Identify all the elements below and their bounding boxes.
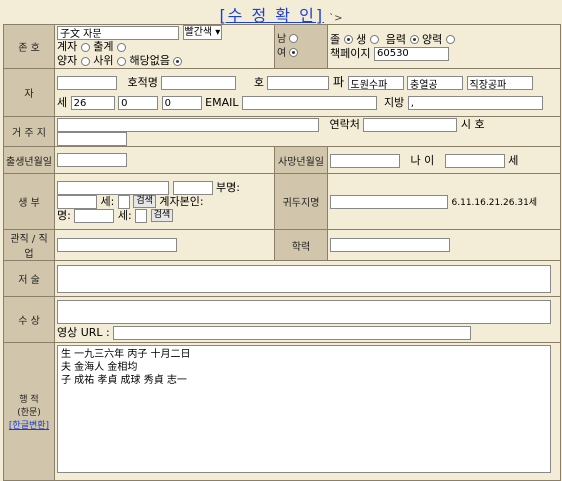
title-suffix: `> (329, 13, 343, 24)
father-name-input[interactable] (57, 180, 169, 195)
label-jibang: 지방 (383, 96, 405, 109)
chonho-label: 존 호 (3, 24, 55, 69)
pa-input-3[interactable] (466, 76, 533, 90)
sigho-input[interactable] (57, 131, 127, 146)
label-gyeja: 계자 (57, 40, 78, 53)
chulgye-radio[interactable] (117, 42, 126, 52)
ja-label: 자 (3, 68, 55, 117)
video-url-input[interactable] (113, 325, 472, 340)
father-bumyeong-input[interactable] (172, 180, 213, 195)
susang-label: 수 상 (3, 296, 55, 343)
haengjeok-sub: (한문) (17, 408, 41, 418)
label-pa: 파 (332, 75, 345, 89)
label-chulgye: 출계 (93, 40, 114, 53)
label-sawi: 사위 (93, 54, 114, 67)
father-myeong-input[interactable] (74, 208, 115, 223)
label-gyeja-bonin: 계자본인: (159, 194, 204, 208)
hangul-convert-link[interactable]: [한글변환] (9, 421, 49, 431)
yangja-radio[interactable] (80, 56, 90, 66)
label-none: 해당없음 (129, 54, 170, 67)
gyeja-radio[interactable] (80, 42, 90, 52)
label-book-page: 책페이지 (330, 46, 371, 60)
label-age-unit: 세 (508, 154, 519, 167)
label-jol: 졸 (330, 32, 341, 46)
haengjeok-label: 행 적 (19, 395, 39, 405)
label-male: 남 (277, 33, 287, 45)
lunar-radio[interactable] (409, 35, 419, 44)
pa-input-2[interactable] (407, 76, 464, 90)
father-se-input-b[interactable] (117, 194, 130, 209)
page-title: [수 정 확 인] `> (0, 2, 562, 26)
jeosul-label: 저 술 (3, 260, 55, 297)
label-age: 나 이 (410, 154, 435, 167)
label-bonjeok: 호적명 (127, 76, 158, 89)
solar-radio[interactable] (445, 35, 455, 44)
se-input-2[interactable] (118, 96, 159, 110)
label-father-se: 세: (100, 194, 115, 208)
father-se-input-a[interactable] (57, 194, 97, 209)
sawi-radio[interactable] (117, 56, 126, 66)
education-input[interactable] (330, 238, 450, 252)
label-father-se-2: 세: (117, 208, 132, 222)
haengjeok-textarea[interactable]: 生 一九三六年 丙子 十月二日 夫 金海人 金相均 子 成祐 孝貞 成球 秀貞 … (57, 345, 551, 473)
label-contact: 연락처 (329, 117, 360, 131)
label-ho: 호 (253, 76, 264, 89)
ja-input[interactable] (57, 76, 117, 90)
education-label: 학력 (274, 229, 328, 261)
father-label: 생 부 (3, 173, 55, 230)
label-solar: 양력 (422, 32, 443, 46)
death-input[interactable] (330, 154, 400, 168)
bonjeok-input[interactable] (161, 76, 237, 90)
father-search-button-2[interactable]: 검색 (150, 209, 174, 222)
gwidu-value: 6.11.16.21.26.31세 (451, 197, 538, 208)
saeng-radio[interactable] (369, 35, 379, 44)
job-input[interactable] (57, 238, 177, 252)
color-select[interactable]: 빨간색 ▾ (182, 25, 223, 40)
gwidu-label: 귀두지명 (274, 173, 328, 230)
jol-radio[interactable] (343, 35, 353, 44)
label-se: 세 (57, 96, 68, 109)
haengjeok-line-3: 子 成祐 孝貞 成球 秀貞 志一 (61, 375, 187, 386)
birth-input[interactable] (57, 153, 127, 167)
label-lunar: 음력 (385, 32, 406, 46)
se-input-3[interactable] (161, 96, 202, 110)
address-label: 거 주 지 (3, 116, 55, 147)
death-label: 사망년월일 (274, 146, 328, 174)
label-female: 여 (277, 47, 287, 59)
jibang-input[interactable] (407, 96, 543, 110)
name-input[interactable] (57, 25, 179, 40)
label-myeong: 명: (57, 208, 71, 222)
gwidu-input[interactable] (330, 194, 448, 209)
email-input[interactable] (241, 96, 377, 110)
male-radio[interactable] (289, 34, 299, 43)
birth-label: 출생년월일 (3, 146, 55, 174)
label-video-url: 영상 URL : (57, 325, 110, 339)
haengjeok-line-1: 生 一九三六年 丙子 十月二日 (61, 349, 191, 360)
none-radio[interactable] (173, 56, 183, 66)
father-search-button[interactable]: 검색 (133, 195, 156, 208)
female-radio[interactable] (289, 48, 299, 57)
contact-input[interactable] (363, 117, 458, 132)
label-email: EMAIL (205, 96, 239, 109)
father-se-input-c[interactable] (135, 208, 148, 223)
profile-form: 존 호 빨간색 ▾ 계자 출계 양자 사위 해당없음 남 (3, 24, 561, 481)
se-input-1[interactable] (70, 96, 115, 110)
ho-input[interactable] (267, 76, 330, 90)
age-input[interactable] (444, 154, 505, 168)
label-bumyeong: 부명: (216, 180, 240, 194)
label-sigho: 시 호 (460, 117, 485, 131)
book-page-input[interactable] (373, 46, 449, 61)
susang-textarea[interactable] (57, 299, 551, 324)
haengjeok-line-2: 夫 金海人 金相均 (61, 362, 138, 373)
pa-input-1[interactable] (347, 76, 404, 90)
address-input[interactable] (57, 117, 319, 132)
jeosul-textarea[interactable] (57, 264, 551, 293)
job-label: 관직 / 직업 (3, 229, 55, 261)
confirm-edit-link[interactable]: [수 정 확 인] (219, 6, 324, 25)
label-saeng: 생 (356, 32, 367, 46)
label-yangja: 양자 (57, 54, 78, 67)
